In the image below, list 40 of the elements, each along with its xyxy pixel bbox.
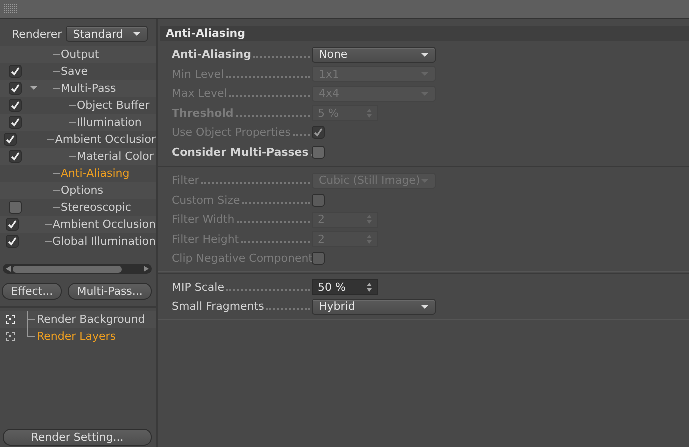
scroll-right-icon[interactable] [144, 266, 149, 272]
checkbox[interactable] [8, 150, 22, 163]
section-header: Anti-Aliasing [160, 26, 689, 41]
layer-item[interactable]: Render Layers [36, 330, 116, 343]
tree-item[interactable]: Output [60, 48, 100, 61]
number-field[interactable]: 50 % [312, 279, 378, 296]
tree-item[interactable]: Save [60, 65, 88, 78]
expand-triangle-icon[interactable] [30, 86, 38, 90]
tree-item[interactable]: Anti-Aliasing [60, 167, 130, 180]
panel-button[interactable]: Multi-Pass... [68, 283, 152, 300]
tree-item[interactable]: Ambient Occlusior [54, 133, 156, 146]
checkbox[interactable] [6, 218, 20, 231]
scrollbar-thumb[interactable] [13, 266, 122, 272]
caret-icon [421, 52, 429, 57]
stepper-arrows-icon[interactable] [367, 282, 372, 292]
tree-item[interactable]: Stereoscopic [60, 201, 132, 214]
renderer-label: Renderer [12, 28, 62, 40]
dropdown[interactable]: None [312, 46, 436, 63]
checkbox[interactable] [8, 116, 22, 129]
field-label: Anti-Aliasing [172, 48, 252, 62]
target-icon[interactable] [6, 332, 15, 341]
checkbox[interactable] [8, 201, 22, 214]
panel-button[interactable]: Effect... [2, 283, 62, 300]
checkbox[interactable] [6, 235, 20, 248]
tree-item[interactable]: Global Illumination [52, 235, 156, 248]
tree-item[interactable]: Object Buffer [76, 99, 150, 112]
checkbox[interactable] [8, 82, 22, 95]
checkbox[interactable] [8, 65, 22, 78]
checkbox[interactable] [4, 133, 18, 146]
dropdown[interactable]: Hybrid [312, 298, 436, 315]
horizontal-scrollbar[interactable] [3, 264, 152, 274]
checkbox[interactable] [312, 146, 325, 159]
field-label: Consider Multi-Passes [172, 146, 309, 159]
field-label: Small Fragments [172, 300, 264, 314]
caret-icon [133, 32, 142, 36]
caret-icon [421, 304, 429, 309]
checkbox[interactable] [8, 99, 22, 112]
renderer-dropdown[interactable]: Standard [66, 26, 148, 42]
render-settings-button[interactable]: Render Setting... [3, 429, 152, 446]
field-label: MIP Scale [172, 280, 224, 294]
